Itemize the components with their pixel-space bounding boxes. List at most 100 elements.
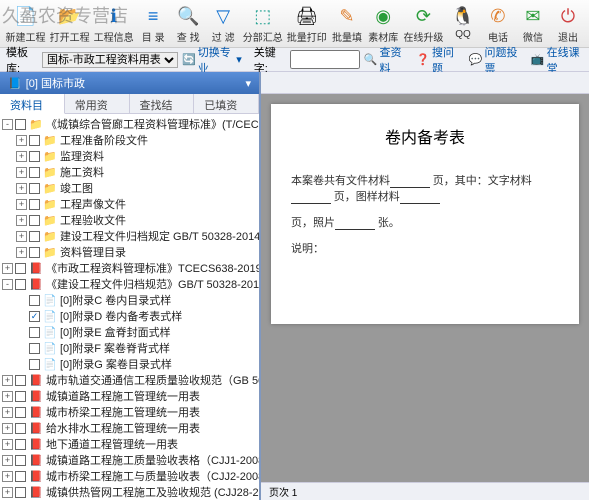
find-button[interactable]: 🔍查 找: [171, 2, 205, 46]
checkbox[interactable]: [15, 487, 26, 498]
expand-icon[interactable]: +: [16, 247, 27, 258]
expand-icon[interactable]: +: [2, 471, 13, 482]
expand-icon[interactable]: +: [16, 215, 27, 226]
tab-3[interactable]: 已填资料: [194, 94, 259, 113]
tree-node[interactable]: +📁监理资料: [0, 148, 259, 164]
expand-icon[interactable]: +: [16, 183, 27, 194]
checkbox[interactable]: [29, 295, 40, 306]
tree-node[interactable]: +📕城镇道路工程施工质量验收表格（CJJ1-2008）: [0, 452, 259, 468]
checkbox[interactable]: [29, 151, 40, 162]
batch-fill-button[interactable]: ✎批量填: [329, 2, 364, 46]
keyword-input[interactable]: [290, 50, 360, 69]
tree-label: [0]附录E 盒脊封面式样: [60, 324, 171, 340]
checkbox[interactable]: [15, 407, 26, 418]
checkbox[interactable]: [29, 327, 40, 338]
tree-node[interactable]: +📁工程准备阶段文件: [0, 132, 259, 148]
open-project-button[interactable]: 📂打开工程: [48, 2, 91, 46]
tree-node[interactable]: ✓📄[0]附录D 卷内备考表式样: [0, 308, 259, 324]
search-question-link[interactable]: ❓搜问题: [416, 44, 459, 76]
tree-node[interactable]: +📁建设工程文件归档规定 GB/T 50328-2014: [0, 228, 259, 244]
expand-icon[interactable]: +: [2, 423, 13, 434]
checkbox[interactable]: [29, 343, 40, 354]
expand-icon[interactable]: +: [2, 455, 13, 466]
expand-icon[interactable]: +: [2, 263, 13, 274]
phone-icon: ✆: [486, 4, 510, 28]
batch-print-button[interactable]: 🖨批量打印: [285, 2, 328, 46]
checkbox[interactable]: ✓: [29, 311, 40, 322]
tree-node[interactable]: +📕城市桥梁工程施工与质量验收表（CJJ2-2008）: [0, 468, 259, 484]
checkbox[interactable]: [15, 471, 26, 482]
tree-node[interactable]: +📕《市政工程资料管理标准》TCECS638-2019: [0, 260, 259, 276]
tree-node[interactable]: +📕城镇道路工程施工管理统一用表: [0, 388, 259, 404]
checkbox[interactable]: [15, 263, 26, 274]
header-dropdown-icon[interactable]: ▾: [245, 77, 251, 90]
tree-header[interactable]: 📘 [0] 国标市政 ▾: [0, 72, 259, 94]
tab-0[interactable]: 资料目录: [0, 94, 65, 114]
document-viewport[interactable]: 卷内备考表 本案卷共有文件材料 页，其中：文字材料 页，图样材料 页，照片 张。…: [261, 94, 589, 500]
checkbox[interactable]: [15, 391, 26, 402]
tree-node[interactable]: +📁工程验收文件: [0, 212, 259, 228]
vote-question-link[interactable]: 💬问题投票: [469, 44, 521, 76]
tree-node[interactable]: +📕地下通道工程管理统一用表: [0, 436, 259, 452]
online-class-link[interactable]: 📺在线课堂: [531, 44, 583, 76]
expand-icon[interactable]: +: [16, 135, 27, 146]
expand-icon[interactable]: +: [2, 439, 13, 450]
expand-icon[interactable]: +: [2, 391, 13, 402]
expand-icon[interactable]: -: [2, 279, 13, 290]
tab-1[interactable]: 常用资料: [65, 94, 130, 113]
wechat-button[interactable]: ✉微信: [516, 2, 550, 46]
checkbox[interactable]: [29, 167, 40, 178]
checkbox[interactable]: [15, 119, 26, 130]
docr-icon: 📕: [29, 261, 43, 275]
tab-2[interactable]: 查找结果: [130, 94, 195, 113]
tree-node[interactable]: +📁竣工图: [0, 180, 259, 196]
tree-node[interactable]: -📁《城镇综合管廊工程资料管理标准》(T/CECS 639-2019): [0, 116, 259, 132]
new-project-button[interactable]: 📄新建工程: [4, 2, 47, 46]
document-tree[interactable]: -📁《城镇综合管廊工程资料管理标准》(T/CECS 639-2019)+📁工程准…: [0, 114, 259, 500]
checkbox[interactable]: [15, 423, 26, 434]
checkbox[interactable]: [15, 279, 26, 290]
checkbox[interactable]: [29, 247, 40, 258]
checkbox[interactable]: [29, 231, 40, 242]
checkbox[interactable]: [29, 215, 40, 226]
expand-icon[interactable]: +: [16, 231, 27, 242]
expand-icon[interactable]: -: [2, 119, 13, 130]
tree-node[interactable]: +📁施工资料: [0, 164, 259, 180]
checkbox[interactable]: [15, 439, 26, 450]
tree-node[interactable]: 📄[0]附录G 案卷目录式样: [0, 356, 259, 372]
tree-node[interactable]: 📄[0]附录C 卷内目录式样: [0, 292, 259, 308]
expand-icon[interactable]: +: [2, 375, 13, 386]
material-lib-button[interactable]: ◉素材库: [366, 2, 401, 46]
checkbox[interactable]: [29, 135, 40, 146]
tree-node[interactable]: +📕城镇供热管网工程施工及验收规范 (CJJ28-2014): [0, 484, 259, 500]
expand-icon[interactable]: +: [16, 151, 27, 162]
tree-node[interactable]: -📕《建设工程文件归档规范》GB/T 50328-2014局部修订版（2019年…: [0, 276, 259, 292]
project-info-button[interactable]: ℹ工程信息: [92, 2, 135, 46]
expand-icon[interactable]: +: [16, 199, 27, 210]
expand-icon[interactable]: +: [2, 487, 13, 498]
exit-button[interactable]: ⏻退出: [551, 2, 585, 46]
checkbox[interactable]: [29, 183, 40, 194]
phone-button[interactable]: ✆电话: [481, 2, 515, 46]
checkbox[interactable]: [15, 455, 26, 466]
search-material-link[interactable]: 🔍查资料: [364, 44, 407, 76]
tree-node[interactable]: +📁工程声像文件: [0, 196, 259, 212]
filter-button[interactable]: ▽过 滤: [206, 2, 240, 46]
checkbox[interactable]: [29, 359, 40, 370]
template-select[interactable]: 国标-市政工程资料用表: [42, 52, 178, 68]
checkbox[interactable]: [29, 199, 40, 210]
catalog-button[interactable]: ≡目 录: [136, 2, 170, 46]
expand-icon[interactable]: +: [16, 167, 27, 178]
section-summary-button[interactable]: ⬚分部汇总: [241, 2, 284, 46]
checkbox[interactable]: [15, 375, 26, 386]
expand-icon[interactable]: +: [2, 407, 13, 418]
tree-node[interactable]: +📕给水排水工程施工管理统一用表: [0, 420, 259, 436]
qq-button[interactable]: 🐧QQ: [446, 2, 480, 42]
tree-node[interactable]: 📄[0]附录F 案卷脊背式样: [0, 340, 259, 356]
online-upgrade-button[interactable]: ⟳在线升级: [402, 2, 445, 46]
switch-profession-button[interactable]: 🔄 切换专业 ▾: [182, 44, 242, 76]
tree-node[interactable]: 📄[0]附录E 盒脊封面式样: [0, 324, 259, 340]
tree-node[interactable]: +📕城市桥梁工程施工管理统一用表: [0, 404, 259, 420]
tree-node[interactable]: +📁资料管理目录: [0, 244, 259, 260]
tree-node[interactable]: +📕城市轨道交通通信工程质量验收规范（GB 50382-2016）: [0, 372, 259, 388]
